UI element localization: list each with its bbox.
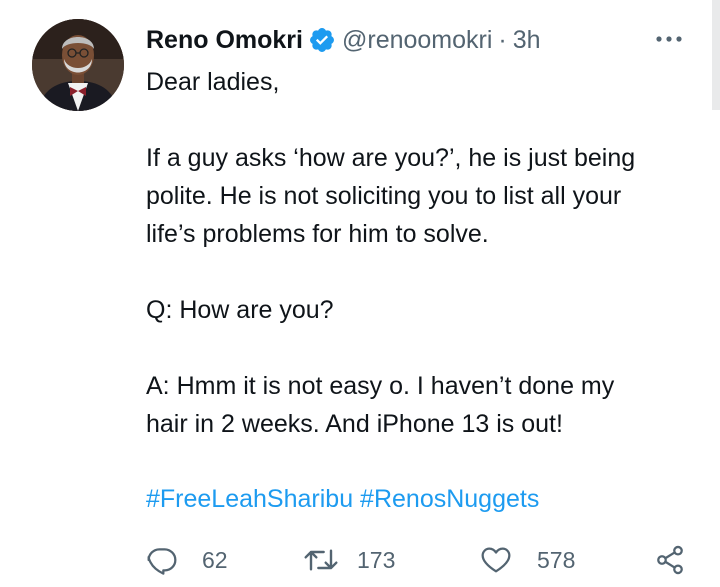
tweet-text-line: life’s problems for him to solve. xyxy=(146,220,489,248)
reply-button[interactable]: 62 xyxy=(146,540,228,580)
more-options-button[interactable] xyxy=(652,27,686,51)
like-count: 578 xyxy=(537,546,576,573)
verified-badge-icon xyxy=(308,26,336,54)
avatar[interactable] xyxy=(32,19,124,111)
reply-count: 62 xyxy=(202,546,228,573)
more-horizontal-icon xyxy=(656,36,682,42)
retweet-count: 173 xyxy=(357,546,396,573)
hashtag-link[interactable]: #FreeLeahSharibu xyxy=(146,485,353,513)
reply-icon xyxy=(147,548,177,575)
like-button[interactable]: 578 xyxy=(479,540,575,580)
author-handle[interactable]: @renoomokri xyxy=(342,22,492,58)
tweet-text: Dear ladies, If a guy asks ‘how are you?… xyxy=(146,63,706,443)
tweet-header: Reno Omokri @renoomokri · 3h xyxy=(146,22,541,58)
tweet-text-line: If a guy asks ‘how are you?’, he is just… xyxy=(146,144,636,172)
tweet-text-line: Q: How are you? xyxy=(146,296,334,324)
share-button[interactable] xyxy=(654,540,686,580)
avatar-image xyxy=(32,19,124,111)
tweet-text-line xyxy=(146,329,706,367)
tweet-text-line: polite. He is not soliciting you to list… xyxy=(146,182,622,210)
tweet-text-line xyxy=(146,253,706,291)
tweet-text-line: Dear ladies, xyxy=(146,68,280,96)
tweet-timestamp[interactable]: 3h xyxy=(513,22,541,58)
retweet-icon xyxy=(304,549,338,571)
tweet-text-line: hair in 2 weeks. And iPhone 13 is out! xyxy=(146,410,563,438)
hashtags: #FreeLeahSharibu #RenosNuggets xyxy=(146,480,539,518)
heart-icon xyxy=(481,547,511,573)
share-icon xyxy=(657,545,683,575)
tweet-text-line xyxy=(146,101,706,139)
scrollbar[interactable] xyxy=(712,0,720,110)
retweet-button[interactable]: 173 xyxy=(303,540,395,580)
tweet-card[interactable]: Reno Omokri @renoomokri · 3h Dear ladies… xyxy=(0,0,720,587)
hashtag-link[interactable]: #RenosNuggets xyxy=(360,485,539,513)
author-name[interactable]: Reno Omokri xyxy=(146,22,303,58)
separator-dot: · xyxy=(498,26,507,54)
tweet-actions: 62 173 578 xyxy=(146,540,706,580)
tweet-text-line: A: Hmm it is not easy o. I haven’t done … xyxy=(146,372,615,400)
